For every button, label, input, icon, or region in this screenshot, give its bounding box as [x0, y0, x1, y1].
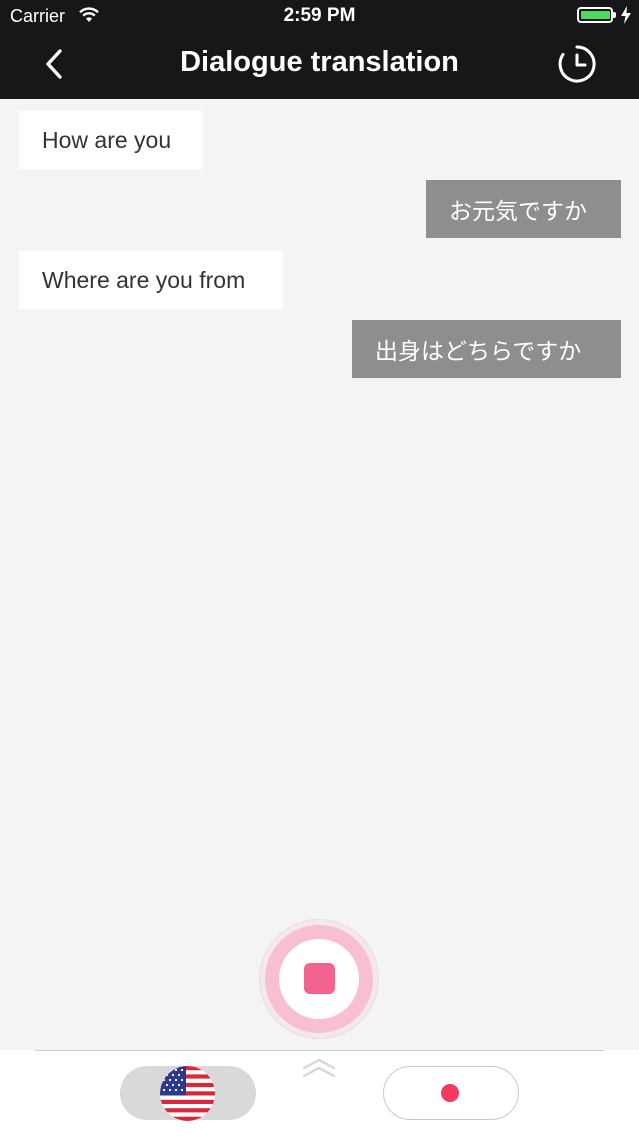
message-text: How are you — [42, 126, 172, 153]
battery-icon — [577, 7, 613, 23]
double-chevron-up-icon[interactable] — [300, 1057, 338, 1084]
status-bar: Carrier 2:59 PM — [0, 0, 639, 32]
message-bubble-translation: 出身はどちらですか — [352, 320, 621, 378]
bottom-divider — [35, 1050, 604, 1051]
page-title: Dialogue translation — [180, 46, 459, 78]
history-clock-icon — [557, 44, 597, 89]
message-bubble-source: Where are you from — [19, 251, 283, 309]
battery-nub — [613, 12, 616, 18]
history-button[interactable] — [553, 42, 601, 90]
message-text: 出身はどちらですか — [375, 339, 582, 365]
us-flag-icon — [160, 1066, 215, 1121]
charging-bolt-icon — [620, 6, 632, 29]
message-bubble-source: How are you — [19, 111, 203, 169]
stop-icon[interactable] — [304, 963, 335, 994]
message-text: Where are you from — [42, 266, 246, 293]
status-time: 2:59 PM — [283, 5, 356, 26]
battery-level — [581, 11, 610, 19]
message-bubble-translation: お元気ですか — [426, 180, 621, 238]
record-dot-icon — [441, 1084, 459, 1102]
message-text: お元気ですか — [449, 199, 587, 225]
